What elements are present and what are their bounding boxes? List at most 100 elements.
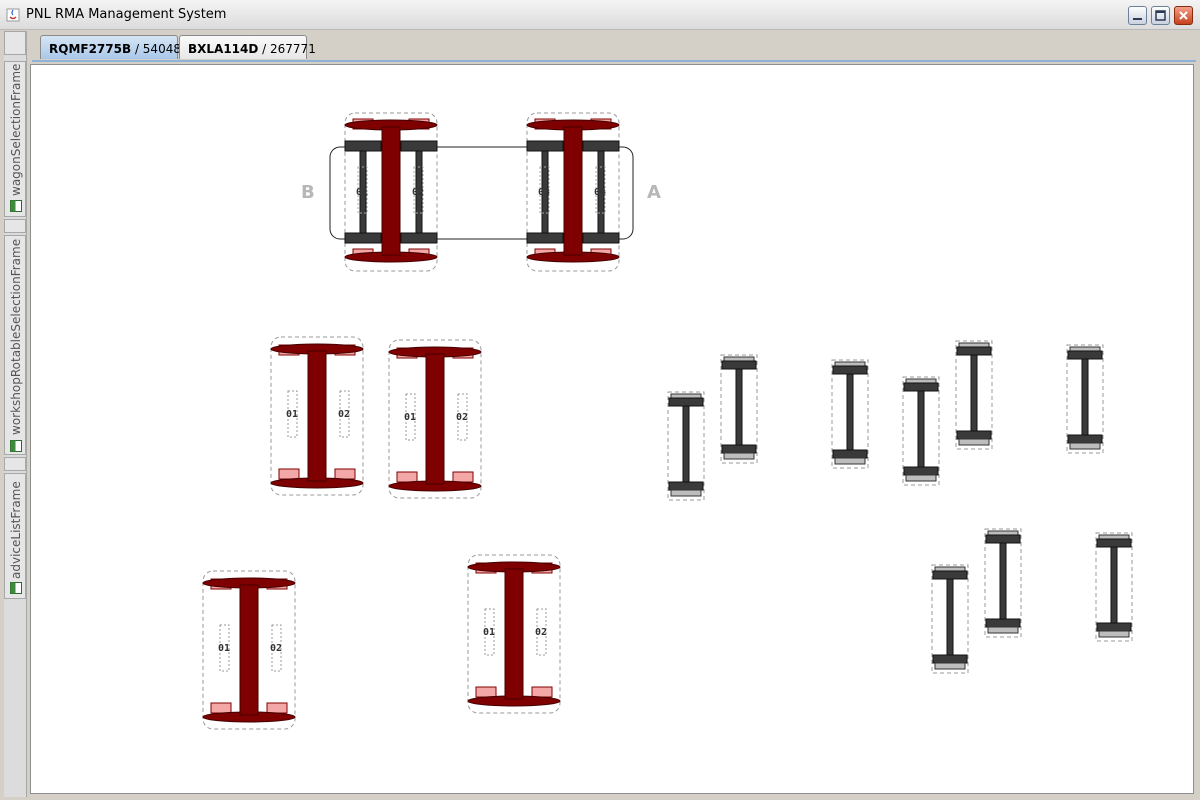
- wheelset-bottom-wheel: [1067, 434, 1103, 444]
- wheelset-bottom-wheel: [1096, 622, 1132, 632]
- wheelset-top-wheel: [526, 140, 564, 152]
- wheelset-bottom-wheel: [582, 232, 620, 244]
- wheelset-axle: [999, 542, 1007, 620]
- wheelset-top-wheel: [903, 382, 939, 392]
- wheelset-bearing: [987, 626, 1019, 634]
- wheelset-top-wheel: [721, 360, 757, 370]
- wheelset-axle: [1081, 358, 1089, 436]
- tab-rqmf2775b[interactable]: RQMF2775B / 540485: [40, 35, 189, 59]
- axle-box: [210, 702, 232, 714]
- wheelset[interactable]: [984, 528, 1022, 638]
- tab-wagon-code: BXLA114D: [188, 42, 259, 56]
- wheelset-bottom-wheel: [526, 232, 564, 244]
- sidebar-item-wagon-selection-frame[interactable]: wagonSelectionFrame: [4, 61, 26, 217]
- maximize-button[interactable]: [1151, 6, 1170, 25]
- wagon-end-b-label: B: [301, 182, 315, 203]
- wagon-end-a-label: A: [647, 182, 661, 203]
- wheelset[interactable]: [955, 340, 993, 450]
- mounted-bogie[interactable]: 01 02: [344, 112, 438, 272]
- wheelset-slot-label: 01: [286, 409, 298, 420]
- wheelset-axle: [846, 373, 854, 451]
- wheelset-top-wheel: [985, 534, 1021, 544]
- axle-box: [334, 468, 356, 480]
- wheelset-axle: [970, 354, 978, 432]
- wheelset-top-wheel: [668, 397, 704, 407]
- wheelset-bearing: [1098, 630, 1130, 638]
- close-button[interactable]: [1174, 6, 1193, 25]
- bogie[interactable]: 01 02: [202, 570, 296, 730]
- wheelset[interactable]: [902, 376, 940, 486]
- tab-wagon-code: RQMF2775B: [49, 42, 132, 56]
- sidebar-item-label: adviceListFrame: [9, 481, 23, 579]
- bogie[interactable]: 01 02: [388, 339, 482, 499]
- wheelset-bottom-wheel: [668, 481, 704, 491]
- bogie[interactable]: 01 02: [270, 336, 364, 496]
- wheelset-bearing: [1069, 442, 1101, 450]
- wheelset-axle: [735, 368, 743, 446]
- wheelset-top-wheel: [832, 365, 868, 375]
- java-app-icon: [6, 8, 20, 22]
- bogie-frame: [307, 350, 327, 482]
- wheelset[interactable]: [831, 359, 869, 469]
- docked-frames-sidebar: wagonSelectionFrame workshopRotableSelec…: [4, 31, 27, 797]
- wheelset-slot-label: 02: [338, 409, 350, 420]
- wheelset-bearing: [723, 452, 755, 460]
- axle-box: [266, 702, 288, 714]
- wheelset-slot-label: 02: [535, 627, 547, 638]
- wheelset[interactable]: [1066, 344, 1104, 454]
- wheelset-bottom-wheel: [400, 232, 438, 244]
- frame-icon: [10, 200, 22, 212]
- wheelset-bearing: [905, 474, 937, 482]
- sidebar-item-advice-list-frame[interactable]: adviceListFrame: [4, 473, 26, 599]
- wheelset-top-wheel: [1067, 350, 1103, 360]
- axle-box: [531, 686, 553, 698]
- bogie-frame: [425, 353, 445, 485]
- sidebar-separator-handle[interactable]: [4, 457, 26, 471]
- wagon-body-outline: [329, 146, 634, 240]
- sidebar-item-label: workshopRotableSelectionFrame: [9, 238, 23, 436]
- sidebar-item-label: wagonSelectionFrame: [9, 63, 23, 197]
- wheelset-position-label: 03: [538, 187, 550, 198]
- wagon-tabstrip: RQMF2775B / 540485 BXLA114D / 267771: [32, 32, 1196, 62]
- wheelset-axle: [682, 405, 690, 483]
- wheelset-bottom-wheel: [344, 232, 382, 244]
- sidebar-separator-handle[interactable]: [4, 219, 26, 233]
- wheelset-bottom-wheel: [985, 618, 1021, 628]
- sidebar-item-workshop-rotable-selection-frame[interactable]: workshopRotableSelectionFrame: [4, 235, 26, 455]
- wheelset-top-wheel: [1096, 538, 1132, 548]
- window-title: PNL RMA Management System: [26, 7, 227, 22]
- wheelset[interactable]: [931, 564, 969, 674]
- mounted-bogie[interactable]: 03 04: [526, 112, 620, 272]
- minimize-button[interactable]: [1128, 6, 1147, 25]
- wheelset-axle: [946, 578, 954, 656]
- bogie-frame: [504, 568, 524, 700]
- tab-wagon-number: / 267771: [258, 42, 316, 56]
- wheelset-bottom-wheel: [903, 466, 939, 476]
- wheelset[interactable]: [1095, 532, 1133, 642]
- wheelset-slot-label: 02: [270, 643, 282, 654]
- axle-box: [475, 686, 497, 698]
- wheelset-axle: [1110, 546, 1118, 624]
- wheelset-axle: [917, 390, 925, 468]
- wheelset-bottom-wheel: [932, 654, 968, 664]
- bogie[interactable]: 01 02: [467, 554, 561, 714]
- axle-box: [452, 471, 474, 483]
- wheelset-slot-label: 01: [404, 412, 416, 423]
- wheelset-bottom-wheel: [721, 444, 757, 454]
- minimize-icon: [1133, 18, 1142, 20]
- sidebar-top-handle[interactable]: [4, 31, 26, 55]
- wheelset[interactable]: [667, 391, 705, 501]
- wheelset[interactable]: [720, 354, 758, 464]
- wheelset-bottom-wheel: [956, 430, 992, 440]
- wheelset-top-wheel: [344, 140, 382, 152]
- axle-box: [396, 471, 418, 483]
- frame-icon: [10, 440, 22, 452]
- window-titlebar: PNL RMA Management System: [0, 0, 1200, 30]
- wagon-diagram: B A 01 02 03 04 01 02 01 02 01 02 01 02: [202, 112, 1133, 730]
- wheelset-bearing: [958, 438, 990, 446]
- wagon-canvas[interactable]: B A 01 02 03 04 01 02 01 02 01 02 01 02: [30, 64, 1194, 794]
- wheelset-slot-label: 01: [218, 643, 230, 654]
- frame-icon: [10, 582, 22, 594]
- wheelset-position-label: 02: [412, 187, 424, 198]
- tab-bxla114d[interactable]: BXLA114D / 267771: [179, 35, 316, 59]
